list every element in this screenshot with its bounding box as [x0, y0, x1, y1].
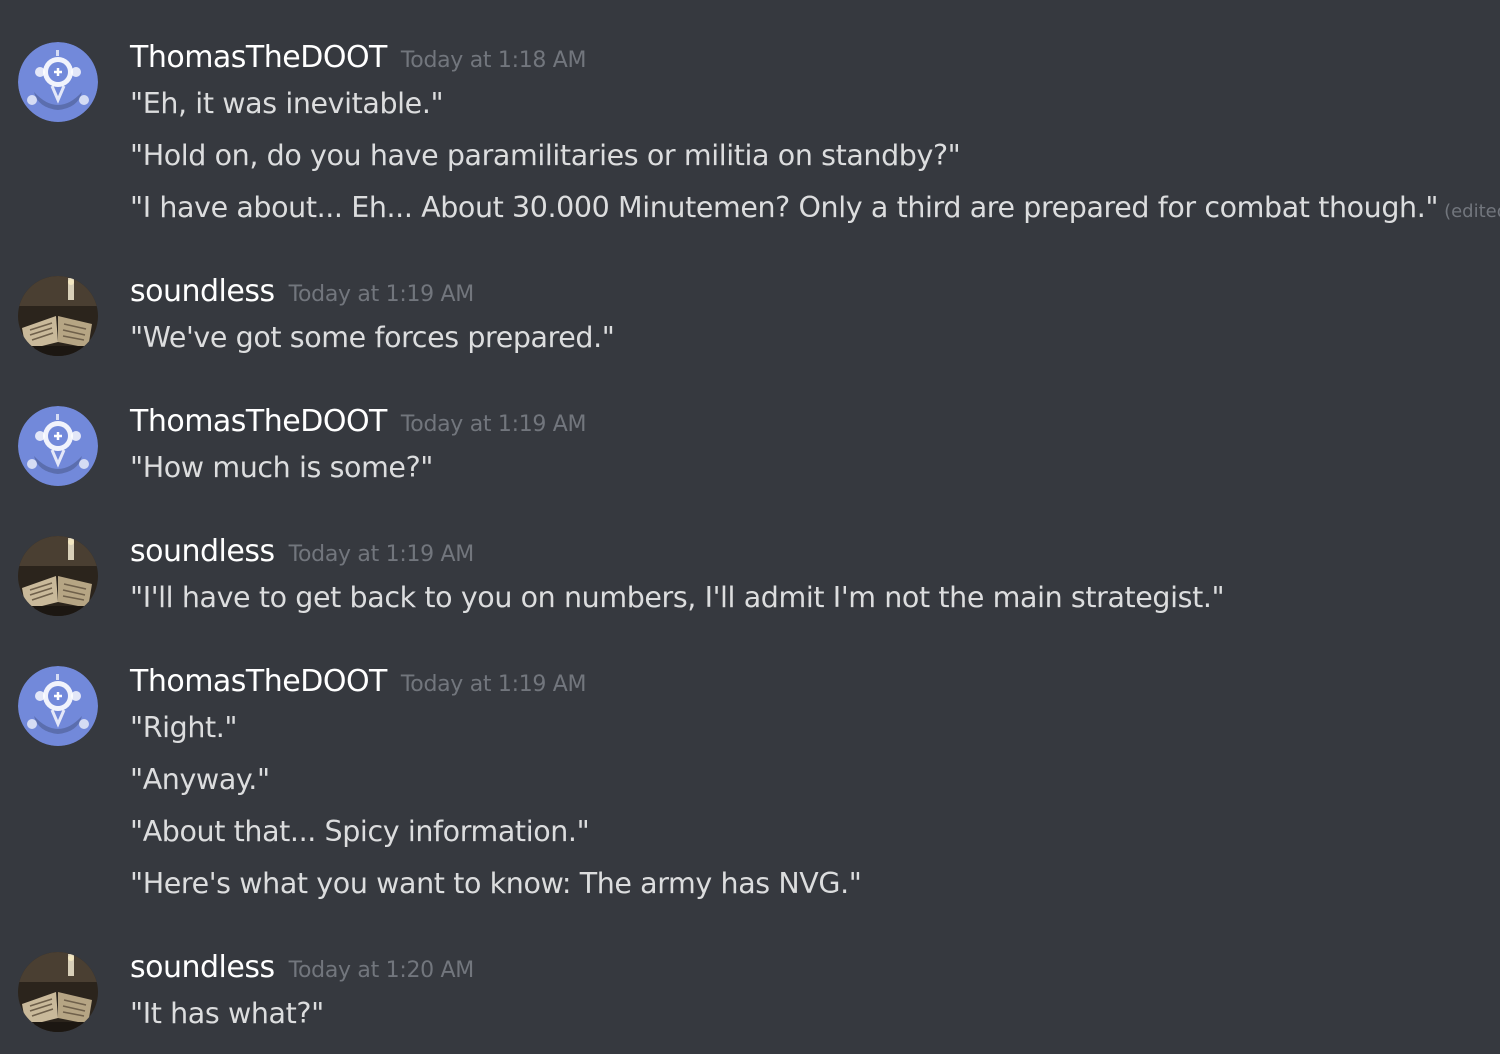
message-text: "Here's what you want to know: The army … [130, 867, 862, 900]
message-header: soundless Today at 1:20 AM [130, 950, 474, 990]
timestamp[interactable]: Today at 1:18 AM [401, 48, 587, 73]
username[interactable]: ThomasTheDOOT [130, 664, 387, 699]
message-text: "Eh, it was inevitable." [130, 87, 444, 120]
message-header: ThomasTheDOOT Today at 1:19 AM [130, 404, 587, 444]
avatar[interactable] [18, 42, 98, 122]
message-header: soundless Today at 1:19 AM [130, 534, 474, 574]
message-text: "How much is some?" [130, 451, 434, 484]
avatar[interactable] [18, 406, 98, 486]
message-header: ThomasTheDOOT Today at 1:19 AM [130, 664, 587, 704]
timestamp[interactable]: Today at 1:19 AM [401, 672, 587, 697]
message-content: "I have about... Eh... About 30.000 Minu… [130, 191, 1439, 224]
username[interactable]: soundless [130, 274, 275, 309]
edited-indicator: (edited) [1444, 201, 1500, 222]
avatar[interactable] [18, 536, 98, 616]
timestamp[interactable]: Today at 1:20 AM [289, 958, 475, 983]
message-header: ThomasTheDOOT Today at 1:18 AM [130, 40, 587, 80]
message-text: "I have about... Eh... About 30.000 Minu… [130, 190, 1500, 230]
timestamp[interactable]: Today at 1:19 AM [401, 412, 587, 437]
timestamp[interactable]: Today at 1:19 AM [289, 542, 475, 567]
avatar[interactable] [18, 276, 98, 356]
timestamp[interactable]: Today at 1:19 AM [289, 282, 475, 307]
chat-messages: ThomasTheDOOT Today at 1:18 AM "Eh, it wa… [0, 0, 1500, 1054]
message-text: "About that... Spicy information." [130, 815, 590, 848]
message-text: "It has what?" [130, 997, 324, 1030]
open-book-candle-avatar-icon [18, 536, 98, 616]
message-text: "I'll have to get back to you on numbers… [130, 581, 1225, 614]
robot-mask-avatar-icon [18, 666, 98, 746]
username[interactable]: soundless [130, 534, 275, 569]
message-text: "Hold on, do you have paramilitaries or … [130, 139, 961, 172]
username[interactable]: ThomasTheDOOT [130, 40, 387, 75]
message-text: "Right." [130, 711, 238, 744]
open-book-candle-avatar-icon [18, 952, 98, 1032]
robot-mask-avatar-icon [18, 406, 98, 486]
message-text: "We've got some forces prepared." [130, 321, 615, 354]
username[interactable]: ThomasTheDOOT [130, 404, 387, 439]
avatar[interactable] [18, 952, 98, 1032]
message-text: "Anyway." [130, 763, 270, 796]
robot-mask-avatar-icon [18, 42, 98, 122]
message-header: soundless Today at 1:19 AM [130, 274, 474, 314]
username[interactable]: soundless [130, 950, 275, 985]
open-book-candle-avatar-icon [18, 276, 98, 356]
avatar[interactable] [18, 666, 98, 746]
